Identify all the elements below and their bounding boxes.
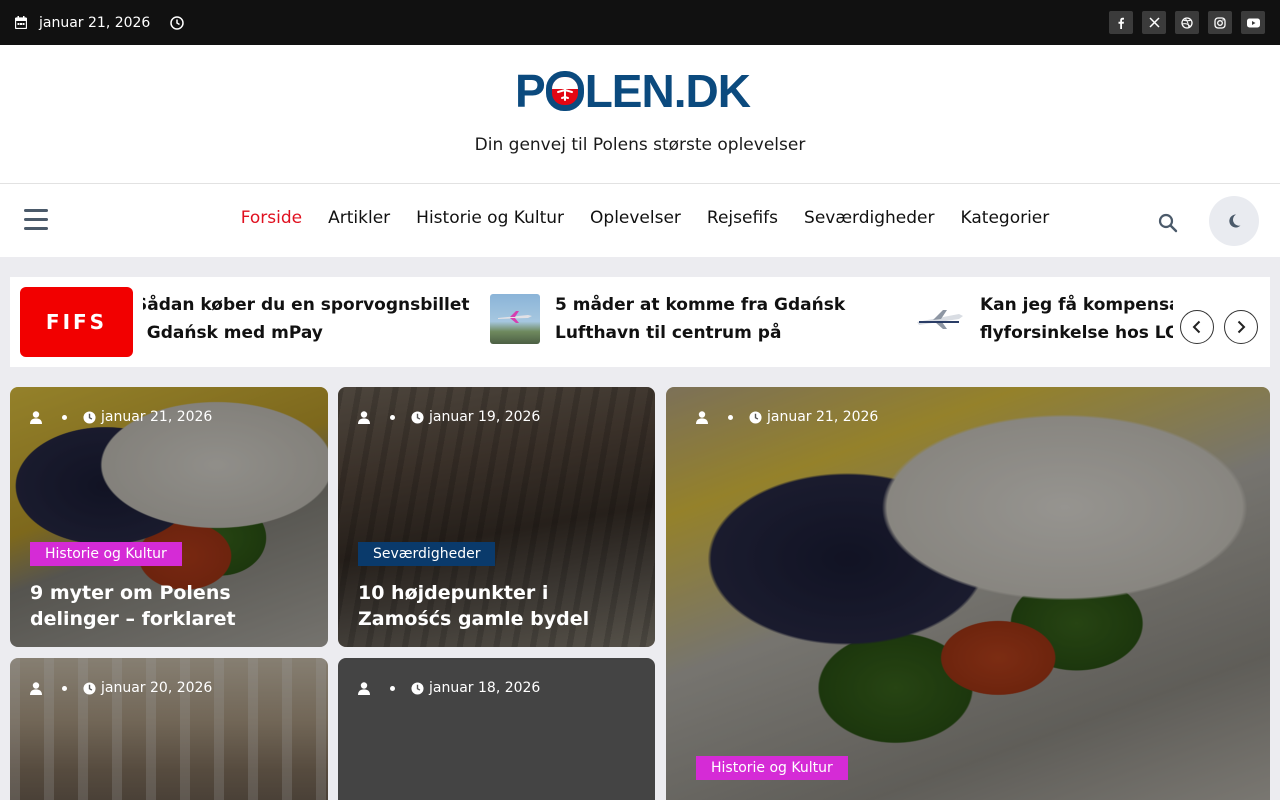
clock-icon [411,681,424,695]
facebook-icon[interactable] [1109,11,1133,34]
logo-letter-p: P [515,65,546,117]
post-card[interactable]: januar 21, 2026 Historie og Kultur 9 myt… [10,387,328,647]
user-icon [30,681,42,695]
post-meta: januar 19, 2026 [358,409,540,425]
ticker-item-title[interactable]: Kan jeg få kompensation for flyforsinkel… [980,291,1173,347]
ticker-controls [1180,310,1258,344]
instagram-icon[interactable] [1208,11,1232,34]
calendar-icon [15,16,27,29]
social-links [1109,11,1265,34]
ticker-item-title[interactable]: 5 måder at komme fra Gdańsk Lufthavn til… [555,291,895,347]
user-icon [358,410,370,424]
category-badge[interactable]: Historie og Kultur [696,756,848,780]
nav-item-sevaerdigheder[interactable]: Seværdigheder [804,208,934,228]
news-ticker: FIFS Sådan køber du en sporvognsbillet i… [10,277,1270,367]
post-card[interactable]: januar 19, 2026 Seværdigheder 10 højdepu… [338,387,655,647]
post-card[interactable]: januar 20, 2026 [10,658,328,800]
user-icon [30,410,42,424]
nav-item-historie-og-kultur[interactable]: Historie og Kultur [416,208,564,228]
nav-item-artikler[interactable]: Artikler [328,208,390,228]
post-meta: januar 20, 2026 [30,680,212,696]
post-date: januar 18, 2026 [429,680,541,696]
ticker-track: Sådan køber du en sporvognsbillet i Gdań… [143,277,1173,367]
youtube-icon[interactable] [1241,11,1265,34]
airplane-icon [545,71,584,111]
user-icon [358,681,370,695]
meta-separator [62,414,67,420]
main-navigation: Forside Artikler Historie og Kultur Ople… [0,184,1280,257]
chevron-right-icon[interactable] [1224,310,1258,344]
ticker-thumbnail[interactable] [915,294,965,344]
ticker-thumbnail[interactable] [490,294,540,344]
meta-separator [390,685,395,691]
x-twitter-icon[interactable] [1142,11,1166,34]
search-icon[interactable] [1158,213,1178,233]
site-header: P LEN.DK Din genvej til Polens største o… [0,45,1280,184]
post-card[interactable]: januar 18, 2026 [338,658,655,800]
post-meta: januar 21, 2026 [696,409,878,425]
meta-separator [62,685,67,691]
ticker-label: FIFS [20,287,133,357]
ticker-item[interactable]: 5 måder at komme fra Gdańsk Lufthavn til… [490,291,895,347]
moon-icon [1229,214,1241,228]
meta-separator [390,414,395,420]
post-date: januar 19, 2026 [429,409,541,425]
dark-mode-toggle[interactable] [1209,196,1259,246]
post-title[interactable]: 10 højdepunkter i Zamośćs gamle bydel [358,580,637,632]
category-badge[interactable]: Historie og Kultur [30,542,182,566]
nav-item-rejsefifs[interactable]: Rejsefifs [707,208,778,228]
clock-icon [749,410,762,424]
top-bar: januar 21, 2026 [0,0,1280,45]
ticker-item[interactable]: Sådan køber du en sporvognsbillet i Gdań… [143,291,475,347]
clock-icon [170,15,196,30]
nav-menu: Forside Artikler Historie og Kultur Ople… [0,208,1280,228]
post-date: januar 21, 2026 [767,409,879,425]
user-icon [696,410,708,424]
category-badge[interactable]: Seværdigheder [358,542,496,566]
site-tagline: Din genvej til Polens største oplevelser [474,135,806,155]
clock-icon [83,410,96,424]
post-title[interactable]: 9 myter om Polens delinger – forklaret [30,580,310,632]
image-overlay [666,387,1270,800]
nav-item-oplevelser[interactable]: Oplevelser [590,208,681,228]
logo-text-rest: LEN.DK [584,65,751,117]
dribbble-icon[interactable] [1175,11,1199,34]
site-logo[interactable]: P LEN.DK [515,67,767,115]
chevron-left-icon[interactable] [1180,310,1214,344]
clock-icon [83,681,96,695]
post-meta: januar 18, 2026 [358,680,540,696]
ticker-item-title[interactable]: Sådan køber du en sporvognsbillet i Gdań… [143,291,475,347]
nav-item-kategorier[interactable]: Kategorier [961,208,1050,228]
top-date: januar 21, 2026 [15,15,196,31]
featured-post-card[interactable]: januar 21, 2026 Historie og Kultur [666,387,1270,800]
clock-icon [411,410,424,424]
nav-item-forside[interactable]: Forside [241,208,302,228]
post-meta: januar 21, 2026 [30,409,212,425]
ticker-item[interactable]: Kan jeg få kompensation for flyforsinkel… [915,291,1173,347]
top-date-text: januar 21, 2026 [39,14,151,31]
meta-separator [728,414,733,420]
post-date: januar 20, 2026 [101,680,213,696]
post-date: januar 21, 2026 [101,409,213,425]
